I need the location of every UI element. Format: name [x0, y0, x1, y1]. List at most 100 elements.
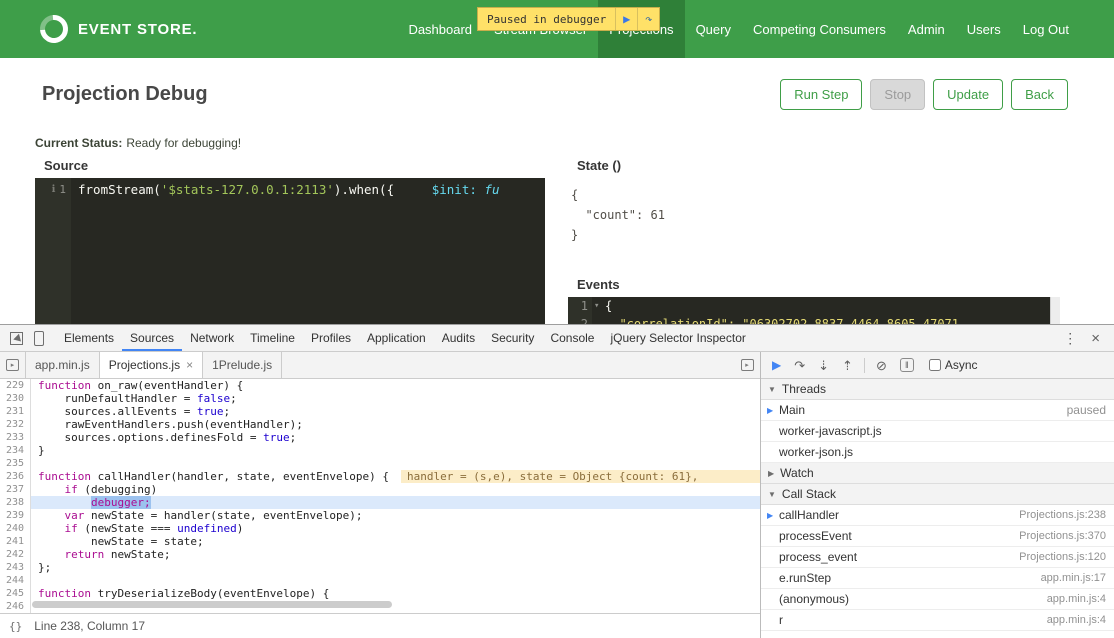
nav-item-competing-consumers[interactable]: Competing Consumers [742, 0, 897, 58]
pause-on-exceptions-icon[interactable]: ‖ [900, 358, 914, 372]
source-editor[interactable]: ℹ 1 fromStream('$stats-127.0.0.1:2113').… [35, 178, 545, 324]
frame-location: app.min.js:4 [1047, 614, 1106, 626]
tab-sources[interactable]: Sources [122, 325, 182, 351]
step-out-icon[interactable]: ⇡ [842, 359, 853, 372]
nav-item-log-out[interactable]: Log Out [1012, 0, 1080, 58]
watch-section-header[interactable]: ▶ Watch [761, 463, 1114, 484]
threads-section-header[interactable]: ▼ Threads [761, 379, 1114, 400]
update-button[interactable]: Update [933, 79, 1003, 110]
line-number[interactable]: 231 [0, 405, 31, 418]
devtools-close-icon[interactable]: × [1085, 330, 1106, 347]
thread-worker-javascript-js[interactable]: worker-javascript.js [761, 421, 1114, 442]
code-line-243[interactable]: 243}; [0, 561, 760, 574]
resume-icon[interactable]: ▶ [772, 359, 781, 371]
line-number[interactable]: 229 [0, 379, 31, 392]
run-step-button[interactable]: Run Step [780, 79, 862, 110]
callstack-section-header[interactable]: ▼ Call Stack [761, 484, 1114, 505]
frame-process-event[interactable]: process_eventProjections.js:120 [761, 547, 1114, 568]
horizontal-scrollbar[interactable] [32, 601, 392, 608]
tab-application[interactable]: Application [359, 325, 434, 351]
pretty-print-icon[interactable]: {} [9, 620, 22, 633]
frame-name: callHandler [779, 508, 839, 522]
line-number[interactable]: 245 [0, 587, 31, 600]
navigator-toggle-icon[interactable]: ▸ [0, 352, 26, 378]
call-stack-list: ▶callHandlerProjections.js:238processEve… [761, 505, 1114, 631]
nav-item-admin[interactable]: Admin [897, 0, 956, 58]
events-scrollbar[interactable] [1050, 297, 1060, 324]
thread-main[interactable]: ▶Mainpaused [761, 400, 1114, 421]
device-toolbar-icon[interactable] [30, 330, 46, 346]
file-tab-app-min-js[interactable]: app.min.js [26, 352, 100, 378]
file-tab-1prelude-js[interactable]: 1Prelude.js [203, 352, 282, 378]
code-line-231[interactable]: 231 sources.allEvents = true; [0, 405, 760, 418]
code-line-232[interactable]: 232 rawEventHandlers.push(eventHandler); [0, 418, 760, 431]
frame-e-runstep[interactable]: e.runStepapp.min.js:17 [761, 568, 1114, 589]
deactivate-breakpoints-icon[interactable]: ⊘ [876, 359, 887, 372]
line-number[interactable]: 236 [0, 470, 31, 483]
line-number[interactable]: 239 [0, 509, 31, 522]
devtools-menu-icon[interactable]: ⋮ [1055, 330, 1085, 347]
line-number[interactable]: 235 [0, 457, 31, 470]
caret-down-icon: ▼ [768, 490, 776, 499]
code-line-240[interactable]: 240 if (newState === undefined) [0, 522, 760, 535]
code-line-229[interactable]: 229function on_raw(eventHandler) { [0, 379, 760, 392]
code-line-230[interactable]: 230 runDefaultHandler = false; [0, 392, 760, 405]
step-over-icon[interactable]: ↷ [794, 359, 805, 372]
code-line-241[interactable]: 241 newState = state; [0, 535, 760, 548]
line-number[interactable]: 244 [0, 574, 31, 587]
tab-console[interactable]: Console [542, 325, 602, 351]
close-tab-icon[interactable]: × [186, 358, 193, 372]
async-checkbox[interactable] [929, 359, 941, 371]
tab-elements[interactable]: Elements [56, 325, 122, 351]
nav-item-query[interactable]: Query [685, 0, 742, 58]
code-line-234[interactable]: 234} [0, 444, 760, 457]
line-number[interactable]: 237 [0, 483, 31, 496]
events-editor[interactable]: 1▾{2 "correlationId": "06302702-8837-446… [568, 297, 1060, 324]
line-number[interactable]: 241 [0, 535, 31, 548]
tab-security[interactable]: Security [483, 325, 542, 351]
code-line-242[interactable]: 242 return newState; [0, 548, 760, 561]
tab-timeline[interactable]: Timeline [242, 325, 303, 351]
threads-title: Threads [782, 382, 826, 396]
line-number[interactable]: 230 [0, 392, 31, 405]
code-line-244[interactable]: 244 [0, 574, 760, 587]
eventstore-logo[interactable]: EVENT STORE. [40, 0, 197, 58]
async-option: Async [929, 358, 978, 372]
events-line-number: 2 [568, 315, 592, 324]
step-into-icon[interactable]: ⇣ [818, 359, 829, 372]
code-line-245[interactable]: 245function tryDeserializeBody(eventEnve… [0, 587, 760, 600]
tab-profiles[interactable]: Profiles [303, 325, 359, 351]
line-number[interactable]: 232 [0, 418, 31, 431]
tab-audits[interactable]: Audits [434, 325, 483, 351]
code-line-237[interactable]: 237 if (debugging) [0, 483, 760, 496]
code-line-233[interactable]: 233 sources.options.definesFold = true; [0, 431, 760, 444]
line-number[interactable]: 246 [0, 600, 31, 613]
inspect-element-icon[interactable] [8, 330, 24, 346]
line-number[interactable]: 234 [0, 444, 31, 457]
code-line-238[interactable]: 238 debugger; [0, 496, 760, 509]
frame-location: Projections.js:238 [1019, 509, 1106, 521]
nav-item-users[interactable]: Users [956, 0, 1012, 58]
panel-toggle-icon[interactable]: ▸ [734, 352, 760, 378]
line-number[interactable]: 240 [0, 522, 31, 535]
tab-jquery-selector-inspector[interactable]: jQuery Selector Inspector [602, 325, 753, 351]
code-line-235[interactable]: 235 [0, 457, 760, 470]
file-tab-projections-js[interactable]: Projections.js× [100, 352, 203, 378]
line-number[interactable]: 242 [0, 548, 31, 561]
frame-processevent[interactable]: processEventProjections.js:370 [761, 526, 1114, 547]
frame-anonymous[interactable]: (anonymous)app.min.js:4 [761, 589, 1114, 610]
frame-callhandler[interactable]: ▶callHandlerProjections.js:238 [761, 505, 1114, 526]
banner-step-over-icon[interactable]: ↷ [637, 8, 659, 30]
fold-open-icon[interactable]: ▾ [592, 297, 605, 315]
code-line-236[interactable]: 236function callHandler(handler, state, … [0, 470, 760, 483]
code-line-239[interactable]: 239 var newState = handler(state, eventE… [0, 509, 760, 522]
frame-r[interactable]: rapp.min.js:4 [761, 610, 1114, 631]
line-number[interactable]: 238 [0, 496, 31, 509]
line-number[interactable]: 233 [0, 431, 31, 444]
tab-network[interactable]: Network [182, 325, 242, 351]
banner-resume-icon[interactable]: ▶ [615, 8, 637, 30]
line-number[interactable]: 243 [0, 561, 31, 574]
nav-item-dashboard[interactable]: Dashboard [397, 0, 483, 58]
back-button[interactable]: Back [1011, 79, 1068, 110]
thread-worker-json-js[interactable]: worker-json.js [761, 442, 1114, 463]
